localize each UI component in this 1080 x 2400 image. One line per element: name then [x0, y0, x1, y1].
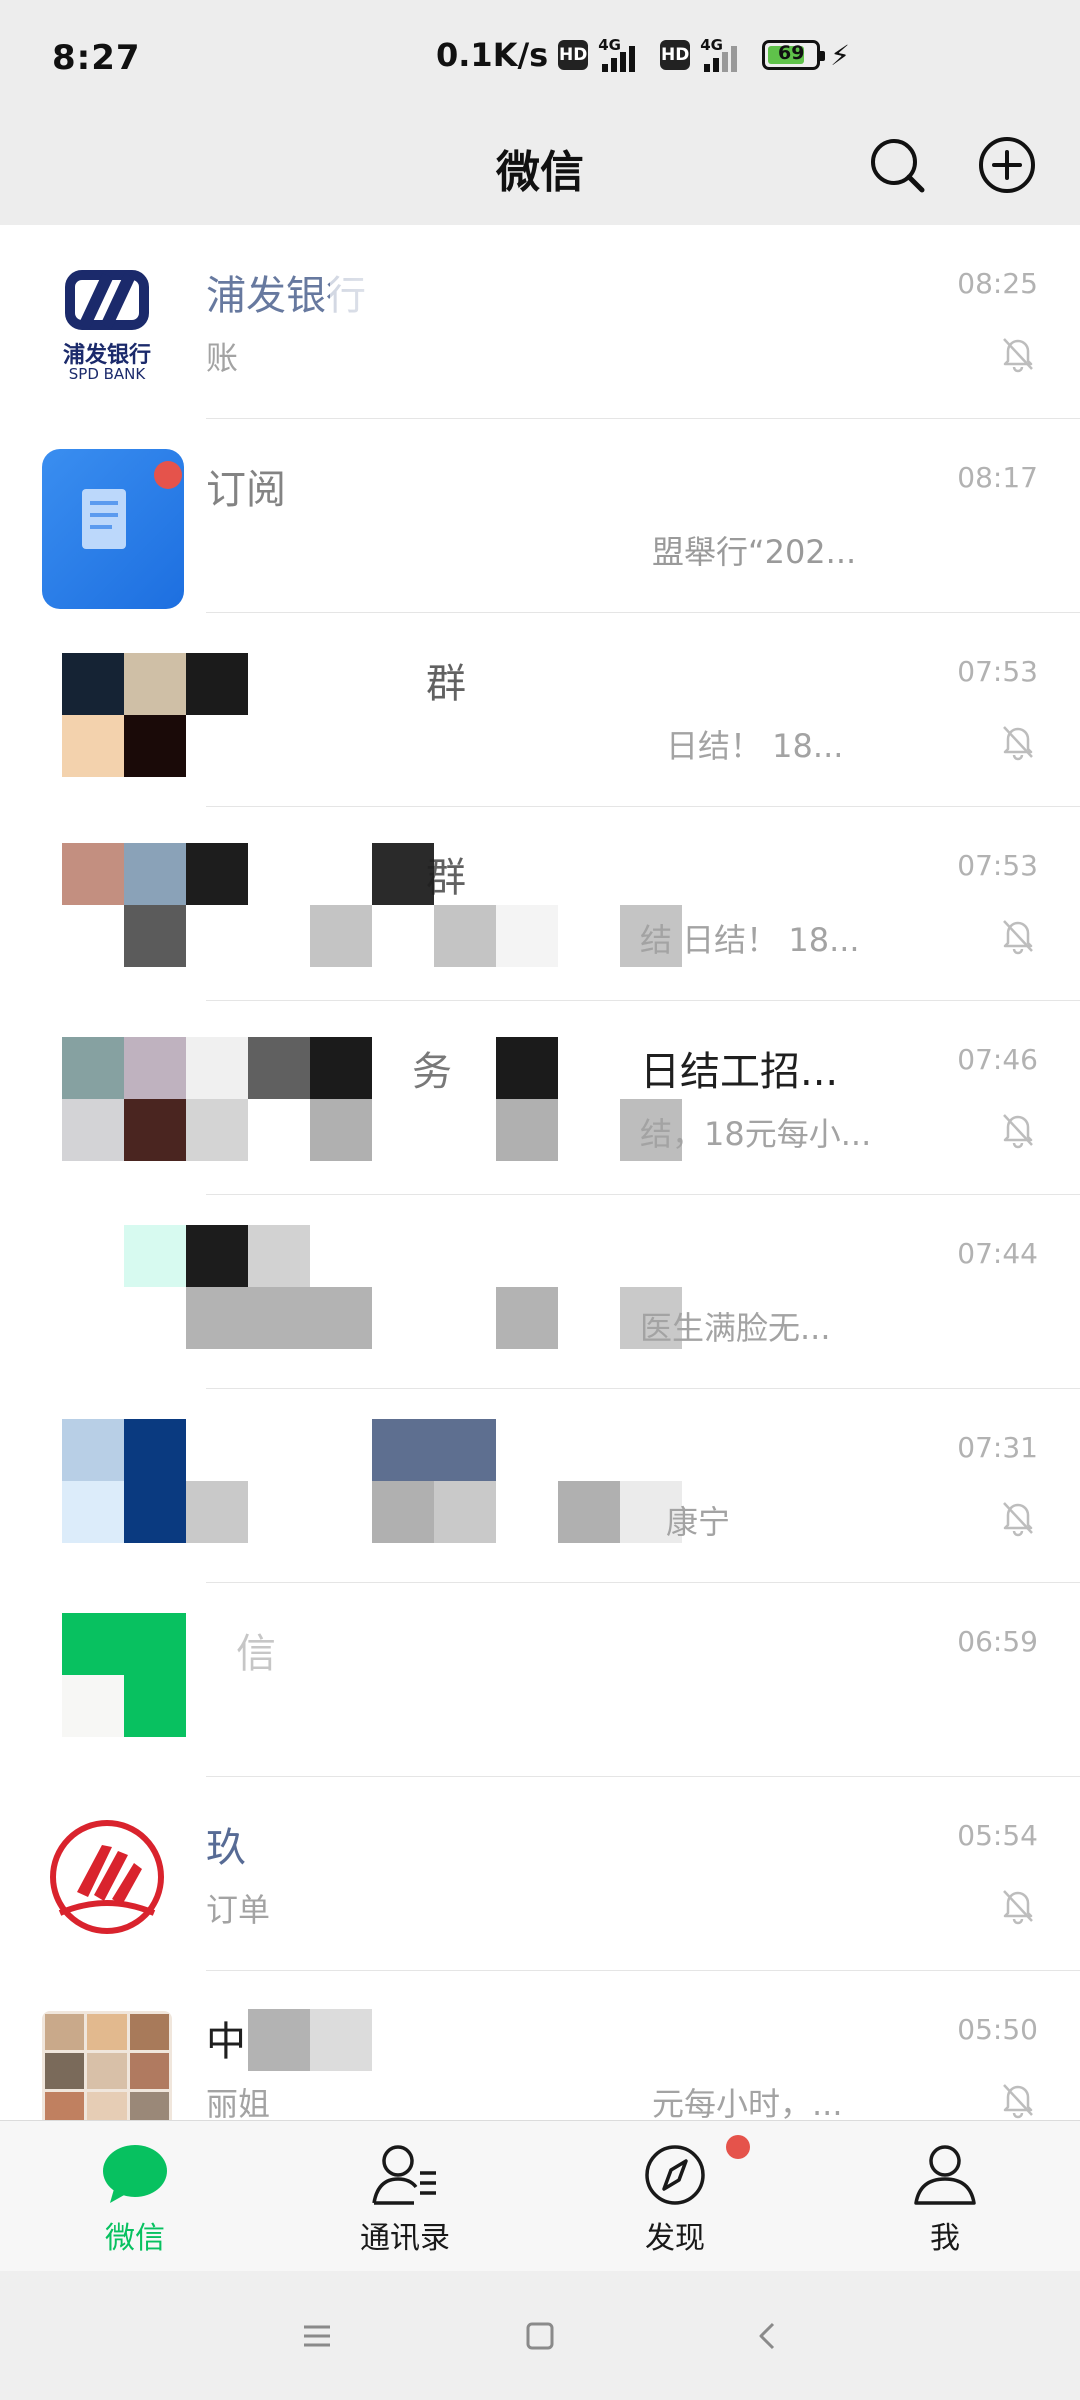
charging-icon: ⚡ [830, 38, 850, 72]
signal-icon-2: 4G [700, 36, 752, 72]
contacts-icon [372, 2145, 436, 2205]
chat-time: 07:53 [957, 849, 1038, 882]
status-time: 8:27 [52, 38, 141, 78]
home-icon[interactable] [515, 2311, 565, 2361]
mute-bell-icon [1003, 1890, 1033, 1925]
chat-item[interactable]: 康宁 07:31 [0, 1389, 1080, 1583]
chat-item[interactable]: 中 丽姐 元每小时，... 05:50 [0, 1971, 1080, 2120]
avatar: 浦发银行 SPD BANK [42, 265, 172, 385]
tab-contacts[interactable]: 通讯录 [270, 2121, 540, 2271]
mute-bell-icon [1003, 2084, 1033, 2119]
chat-item[interactable]: 信 06:59 [0, 1583, 1080, 1777]
chat-time: 08:25 [957, 267, 1038, 300]
avatar [42, 1817, 172, 1937]
mute-bell-icon [1003, 726, 1033, 761]
mute-bell-icon [1003, 1502, 1033, 1537]
chat-name: 玖 [206, 1825, 246, 1871]
chat-preview: 结 日结！ 18... [640, 921, 860, 959]
chat-name: 信 [236, 1631, 276, 1677]
spd-bank-logo-subtext: SPD BANK [68, 365, 146, 383]
chat-time: 06:59 [957, 1625, 1038, 1658]
chat-preview: 账 [206, 339, 239, 377]
chat-time: 07:53 [957, 655, 1038, 688]
chat-item[interactable]: 群 日结！ 18... 07:53 [0, 613, 1080, 807]
chat-item[interactable]: 玖 订单 05:54 [0, 1777, 1080, 1971]
chat-preview: 结，18元每小... [640, 1115, 872, 1153]
tab-label: 微信 [105, 2221, 165, 2256]
search-icon[interactable] [862, 130, 932, 200]
discover-badge [726, 2135, 750, 2159]
avatar [62, 1419, 682, 1543]
chat-list[interactable]: 浦发银行 SPD BANK 浦发银行 账 08:25 订阅 盟舉行“202...… [0, 225, 1080, 2120]
bottom-tab-bar: 微信 通讯录 发现 我 [0, 2120, 1080, 2271]
avatar [62, 1613, 186, 1737]
plus-circle-icon[interactable] [972, 130, 1042, 200]
title-bar: 微信 [0, 120, 1080, 225]
mute-bell-icon [1003, 1114, 1033, 1149]
tab-me[interactable]: 我 [810, 2121, 1080, 2271]
hd-badge-2: HD [660, 40, 691, 70]
chat-preview-suffix: 元每小时，... [652, 2085, 843, 2120]
tab-chats[interactable]: 微信 [0, 2121, 270, 2271]
mute-bell-icon [1003, 338, 1033, 373]
chat-time: 07:31 [957, 1431, 1038, 1464]
chat-item[interactable]: 订阅 盟舉行“202... 08:17 [0, 419, 1080, 613]
chat-preview: 丽姐 [206, 2085, 271, 2120]
tab-label: 发现 [645, 2221, 705, 2256]
chat-name: 群 [426, 855, 466, 901]
avatar [62, 1225, 682, 1349]
status-bar: 8:27 0.1K/s HD 4G HD 4G 69 ⚡ [0, 0, 1080, 120]
network-speed: 0.1K/s [436, 36, 549, 74]
battery-level: 69 [777, 42, 805, 64]
chat-item[interactable]: 务 日结工招... 结，18元每小... 07:46 [0, 1001, 1080, 1195]
menu-icon[interactable] [292, 2311, 342, 2361]
chat-preview: 日结！ 18... [666, 727, 844, 765]
chat-time: 07:46 [957, 1043, 1038, 1076]
avatar [62, 843, 682, 967]
tab-label: 我 [930, 2221, 960, 2256]
tab-label: 通讯录 [360, 2221, 450, 2256]
hd-badge-1: HD [558, 40, 589, 70]
chat-preview: 康宁 [666, 1503, 731, 1541]
chat-preview: 医生满脸无... [640, 1309, 831, 1347]
signal-icon-1: 4G [598, 36, 650, 72]
chat-item[interactable]: 浦发银行 SPD BANK 浦发银行 账 08:25 [0, 225, 1080, 419]
chat-name: 群 [426, 661, 466, 707]
chat-name: 务 [412, 1049, 452, 1095]
system-nav-bar [0, 2271, 1080, 2400]
avatar [62, 1037, 682, 1161]
book-logo-icon [50, 1820, 164, 1934]
avatar [42, 2011, 172, 2120]
chat-time: 05:50 [957, 2013, 1038, 2046]
tab-discover[interactable]: 发现 [540, 2121, 810, 2271]
mute-bell-icon [1003, 920, 1033, 955]
chat-time: 08:17 [957, 461, 1038, 494]
chat-name: 中 [206, 2019, 246, 2065]
chat-item[interactable]: 群 结 日结！ 18... 07:53 [0, 807, 1080, 1001]
person-icon [914, 2145, 976, 2205]
wechat-screen: 8:27 0.1K/s HD 4G HD 4G 69 ⚡ 微信 浦发银行 SPD… [0, 0, 1080, 2400]
chat-name: 订阅 [206, 467, 286, 513]
chat-time: 05:54 [957, 1819, 1038, 1852]
chat-preview: 订单 [206, 1891, 271, 1929]
chat-item[interactable]: 医生满脸无... 07:44 [0, 1195, 1080, 1389]
chat-name-suffix: 日结工招... [640, 1049, 839, 1095]
avatar [62, 653, 248, 777]
back-icon[interactable] [743, 2311, 793, 2361]
battery-icon: 69 [762, 40, 826, 70]
compass-icon [645, 2145, 705, 2205]
status-indicators: 0.1K/s HD 4G HD 4G 69 ⚡ [436, 36, 850, 74]
chat-time: 07:44 [957, 1237, 1038, 1270]
chat-bubble-icon [103, 2145, 167, 2203]
chat-preview: 盟舉行“202... [652, 533, 857, 571]
unread-badge [154, 461, 182, 489]
